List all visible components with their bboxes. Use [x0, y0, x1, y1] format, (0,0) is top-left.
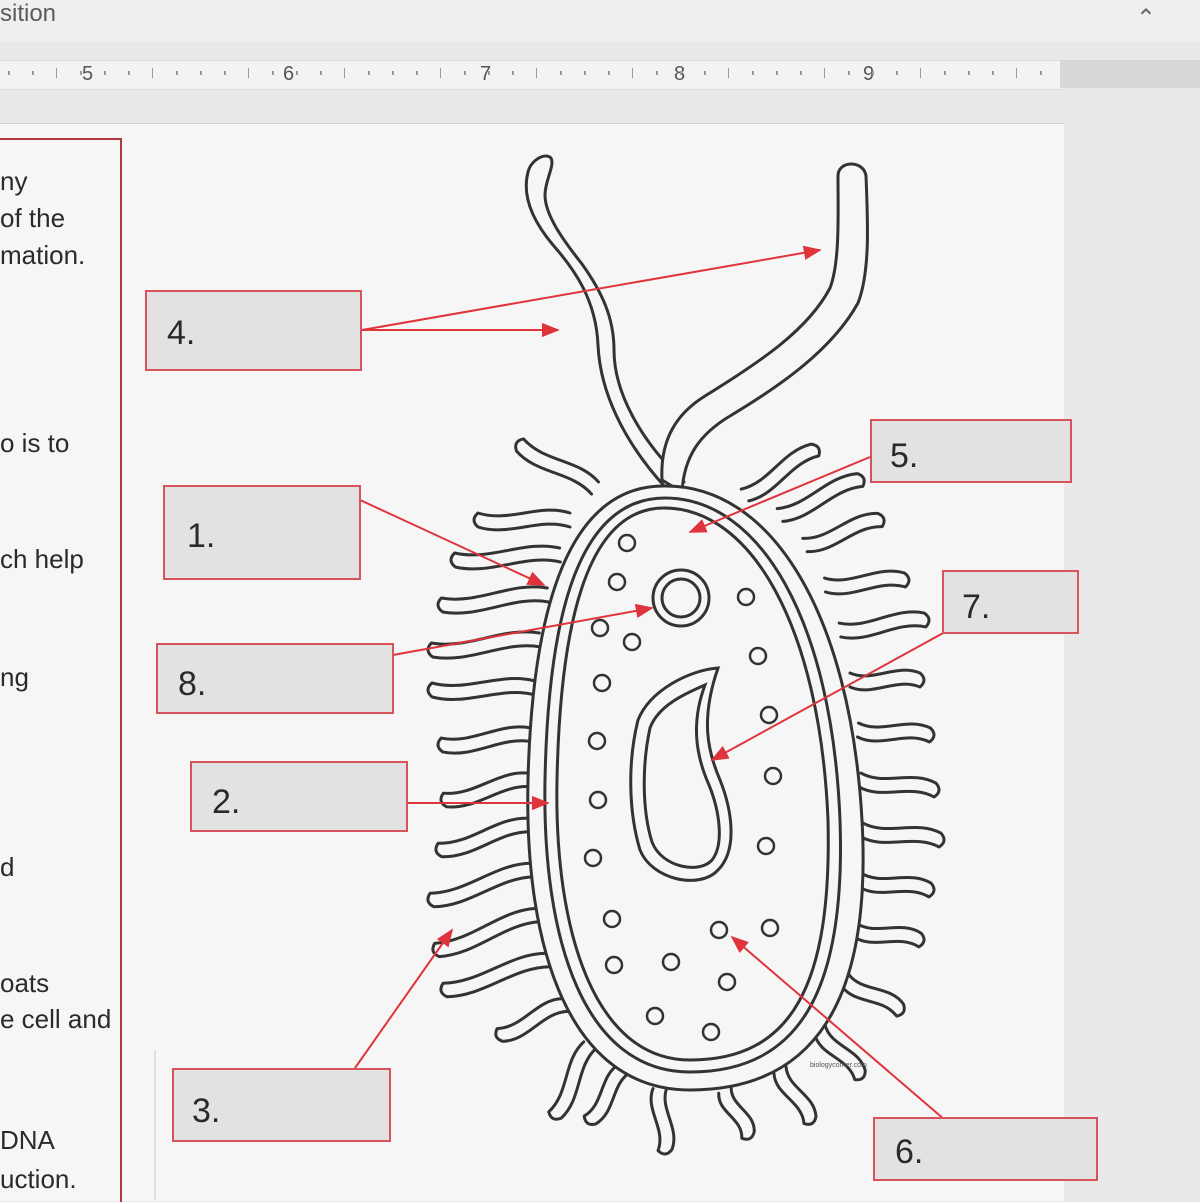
label-box-6[interactable]: 6. [873, 1117, 1098, 1181]
pilus [823, 569, 911, 596]
label-number: 6. [895, 1133, 924, 1171]
pilus [431, 906, 542, 959]
label-box-3[interactable]: 3. [172, 1068, 391, 1142]
pilus [856, 721, 936, 744]
pilus [649, 1085, 676, 1156]
pilus [840, 972, 906, 1018]
label-number: 1. [187, 517, 216, 555]
pilus [848, 668, 926, 692]
cell-body [526, 484, 865, 1092]
pilus [436, 725, 535, 755]
label-box-7[interactable]: 7. [942, 570, 1079, 634]
label-box-5[interactable]: 5. [870, 419, 1072, 483]
label-number: 7. [962, 588, 991, 626]
pilus [547, 1040, 598, 1121]
pilus [857, 771, 941, 799]
flagellum-group [524, 154, 869, 494]
pilus [775, 472, 866, 523]
pilus [436, 585, 551, 615]
label-box-8[interactable]: 8. [156, 643, 394, 714]
pilus [434, 816, 534, 859]
flagellum-right [660, 162, 869, 494]
pilus [813, 1023, 867, 1082]
arrow-3 [354, 928, 454, 1069]
pilus [426, 861, 537, 909]
image-credit: biologycorner.com [810, 1062, 867, 1069]
pilus [426, 677, 537, 701]
pilus [857, 871, 936, 899]
label-box-1[interactable]: 1. [163, 485, 361, 580]
pilus [852, 921, 926, 949]
pilus [801, 511, 886, 554]
pilus [514, 437, 600, 496]
label-number: 4. [167, 314, 196, 352]
pilus [717, 1085, 756, 1141]
pilus [439, 771, 534, 809]
arrow-4a [361, 245, 822, 331]
pilus [494, 997, 570, 1043]
pilus [859, 821, 946, 849]
label-number: 8. [178, 665, 207, 703]
label-number: 2. [212, 783, 241, 821]
pilus [439, 951, 552, 999]
pilus [772, 1064, 818, 1126]
label-box-4[interactable]: 4. [145, 290, 362, 371]
flagellum-left [524, 154, 686, 490]
pilus [472, 508, 572, 532]
label-number: 5. [890, 437, 919, 475]
label-number: 3. [192, 1092, 221, 1130]
pilus [837, 610, 931, 640]
label-box-2[interactable]: 2. [190, 761, 408, 832]
pilus [739, 442, 821, 503]
